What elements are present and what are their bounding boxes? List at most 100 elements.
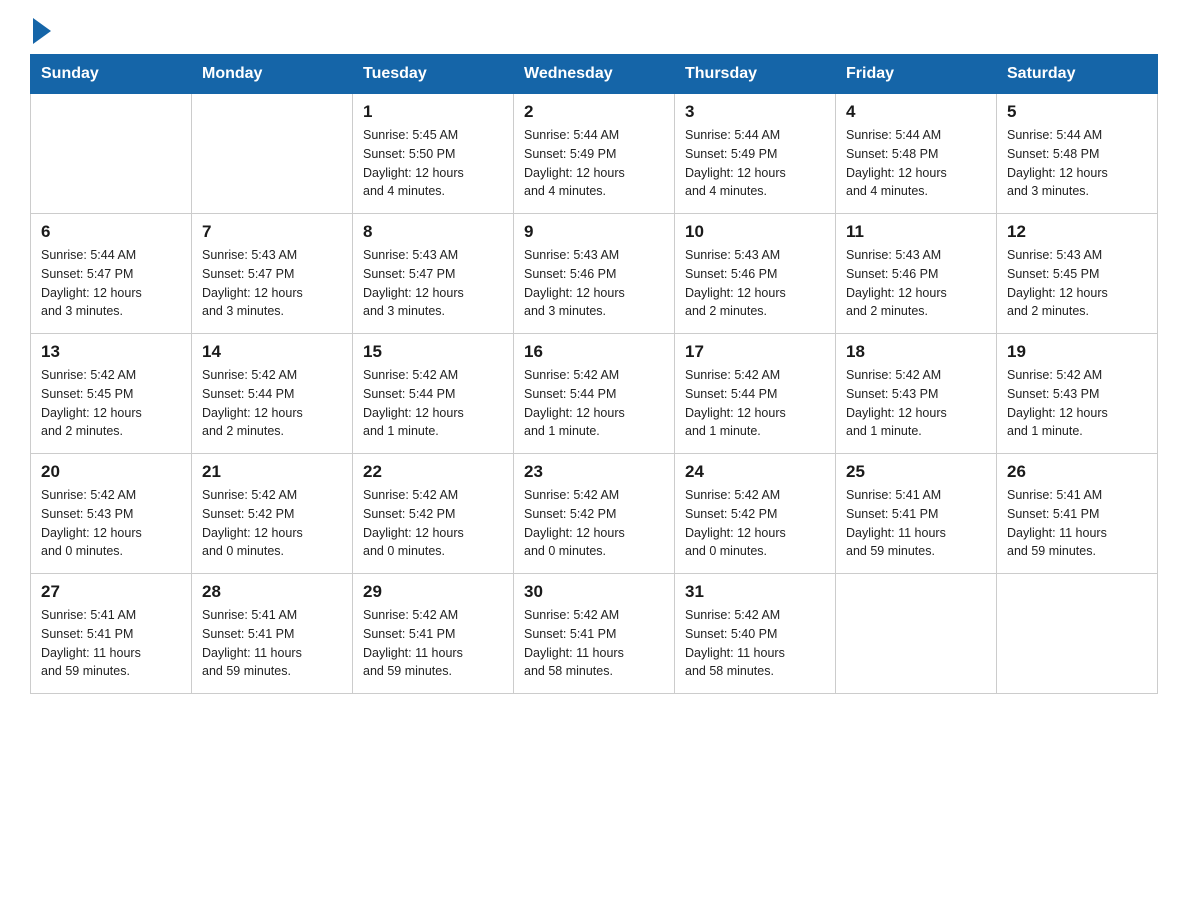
day-info: Sunrise: 5:42 AMSunset: 5:44 PMDaylight:… (202, 366, 342, 441)
calendar-cell: 19 Sunrise: 5:42 AMSunset: 5:43 PMDayligh… (997, 334, 1158, 454)
day-info: Sunrise: 5:42 AMSunset: 5:42 PMDaylight:… (524, 486, 664, 561)
calendar-cell: 17 Sunrise: 5:42 AMSunset: 5:44 PMDayligh… (675, 334, 836, 454)
day-number: 26 (1007, 462, 1147, 482)
day-number: 9 (524, 222, 664, 242)
logo (30, 20, 51, 44)
calendar-week-row-5: 27 Sunrise: 5:41 AMSunset: 5:41 PMDayligh… (31, 574, 1158, 694)
day-info: Sunrise: 5:43 AMSunset: 5:45 PMDaylight:… (1007, 246, 1147, 321)
day-number: 29 (363, 582, 503, 602)
day-info: Sunrise: 5:44 AMSunset: 5:47 PMDaylight:… (41, 246, 181, 321)
calendar-cell: 7Sunrise: 5:43 AMSunset: 5:47 PMDaylight… (192, 214, 353, 334)
day-info: Sunrise: 5:41 AMSunset: 5:41 PMDaylight:… (202, 606, 342, 681)
day-info: Sunrise: 5:41 AMSunset: 5:41 PMDaylight:… (41, 606, 181, 681)
calendar-cell: 13 Sunrise: 5:42 AMSunset: 5:45 PMDayligh… (31, 334, 192, 454)
day-info: Sunrise: 5:42 AMSunset: 5:41 PMDaylight:… (363, 606, 503, 681)
calendar-cell: 11 Sunrise: 5:43 AMSunset: 5:46 PMDayligh… (836, 214, 997, 334)
day-info: Sunrise: 5:44 AMSunset: 5:48 PMDaylight:… (1007, 126, 1147, 201)
day-info: Sunrise: 5:43 AMSunset: 5:46 PMDaylight:… (524, 246, 664, 321)
calendar-cell: 15Sunrise: 5:42 AMSunset: 5:44 PMDayligh… (353, 334, 514, 454)
day-number: 22 (363, 462, 503, 482)
calendar-cell: 9 Sunrise: 5:43 AMSunset: 5:46 PMDaylight… (514, 214, 675, 334)
calendar-cell: 2 Sunrise: 5:44 AMSunset: 5:49 PMDaylight… (514, 94, 675, 214)
day-number: 5 (1007, 102, 1147, 122)
day-number: 25 (846, 462, 986, 482)
weekday-header-saturday: Saturday (997, 55, 1158, 94)
calendar-week-row-2: 6 Sunrise: 5:44 AMSunset: 5:47 PMDaylight… (31, 214, 1158, 334)
calendar-cell: 12 Sunrise: 5:43 AMSunset: 5:45 PMDayligh… (997, 214, 1158, 334)
day-info: Sunrise: 5:42 AMSunset: 5:41 PMDaylight:… (524, 606, 664, 681)
day-number: 6 (41, 222, 181, 242)
calendar-week-row-3: 13 Sunrise: 5:42 AMSunset: 5:45 PMDayligh… (31, 334, 1158, 454)
calendar-cell: 6 Sunrise: 5:44 AMSunset: 5:47 PMDaylight… (31, 214, 192, 334)
calendar-table: SundayMondayTuesdayWednesdayThursdayFrid… (30, 54, 1158, 694)
weekday-header-friday: Friday (836, 55, 997, 94)
day-info: Sunrise: 5:42 AMSunset: 5:42 PMDaylight:… (363, 486, 503, 561)
day-info: Sunrise: 5:43 AMSunset: 5:47 PMDaylight:… (363, 246, 503, 321)
weekday-header-row: SundayMondayTuesdayWednesdayThursdayFrid… (31, 55, 1158, 94)
calendar-cell: 25 Sunrise: 5:41 AMSunset: 5:41 PMDayligh… (836, 454, 997, 574)
day-number: 18 (846, 342, 986, 362)
day-number: 20 (41, 462, 181, 482)
day-number: 31 (685, 582, 825, 602)
calendar-cell: 27 Sunrise: 5:41 AMSunset: 5:41 PMDayligh… (31, 574, 192, 694)
calendar-cell: 3 Sunrise: 5:44 AMSunset: 5:49 PMDaylight… (675, 94, 836, 214)
calendar-cell (192, 94, 353, 214)
calendar-cell: 16 Sunrise: 5:42 AMSunset: 5:44 PMDayligh… (514, 334, 675, 454)
day-number: 14 (202, 342, 342, 362)
calendar-cell: 5 Sunrise: 5:44 AMSunset: 5:48 PMDaylight… (997, 94, 1158, 214)
day-info: Sunrise: 5:44 AMSunset: 5:48 PMDaylight:… (846, 126, 986, 201)
weekday-header-sunday: Sunday (31, 55, 192, 94)
day-info: Sunrise: 5:42 AMSunset: 5:42 PMDaylight:… (202, 486, 342, 561)
day-info: Sunrise: 5:42 AMSunset: 5:44 PMDaylight:… (685, 366, 825, 441)
day-info: Sunrise: 5:42 AMSunset: 5:43 PMDaylight:… (41, 486, 181, 561)
calendar-cell: 30Sunrise: 5:42 AMSunset: 5:41 PMDayligh… (514, 574, 675, 694)
calendar-cell: 22 Sunrise: 5:42 AMSunset: 5:42 PMDayligh… (353, 454, 514, 574)
day-info: Sunrise: 5:44 AMSunset: 5:49 PMDaylight:… (524, 126, 664, 201)
day-number: 19 (1007, 342, 1147, 362)
day-number: 11 (846, 222, 986, 242)
day-info: Sunrise: 5:44 AMSunset: 5:49 PMDaylight:… (685, 126, 825, 201)
day-number: 4 (846, 102, 986, 122)
calendar-cell (836, 574, 997, 694)
calendar-cell: 31Sunrise: 5:42 AMSunset: 5:40 PMDayligh… (675, 574, 836, 694)
calendar-cell: 26 Sunrise: 5:41 AMSunset: 5:41 PMDayligh… (997, 454, 1158, 574)
day-info: Sunrise: 5:42 AMSunset: 5:43 PMDaylight:… (846, 366, 986, 441)
day-info: Sunrise: 5:43 AMSunset: 5:46 PMDaylight:… (685, 246, 825, 321)
day-info: Sunrise: 5:45 AMSunset: 5:50 PMDaylight:… (363, 126, 503, 201)
day-info: Sunrise: 5:41 AMSunset: 5:41 PMDaylight:… (1007, 486, 1147, 561)
calendar-cell: 24 Sunrise: 5:42 AMSunset: 5:42 PMDayligh… (675, 454, 836, 574)
day-number: 27 (41, 582, 181, 602)
day-number: 13 (41, 342, 181, 362)
day-number: 17 (685, 342, 825, 362)
day-number: 8 (363, 222, 503, 242)
day-number: 21 (202, 462, 342, 482)
day-info: Sunrise: 5:41 AMSunset: 5:41 PMDaylight:… (846, 486, 986, 561)
day-info: Sunrise: 5:42 AMSunset: 5:45 PMDaylight:… (41, 366, 181, 441)
day-info: Sunrise: 5:42 AMSunset: 5:42 PMDaylight:… (685, 486, 825, 561)
calendar-cell: 23Sunrise: 5:42 AMSunset: 5:42 PMDayligh… (514, 454, 675, 574)
day-number: 3 (685, 102, 825, 122)
weekday-header-wednesday: Wednesday (514, 55, 675, 94)
calendar-cell: 20 Sunrise: 5:42 AMSunset: 5:43 PMDayligh… (31, 454, 192, 574)
calendar-week-row-1: 1 Sunrise: 5:45 AMSunset: 5:50 PMDaylight… (31, 94, 1158, 214)
day-info: Sunrise: 5:42 AMSunset: 5:44 PMDaylight:… (524, 366, 664, 441)
calendar-cell: 18 Sunrise: 5:42 AMSunset: 5:43 PMDayligh… (836, 334, 997, 454)
calendar-cell: 4 Sunrise: 5:44 AMSunset: 5:48 PMDaylight… (836, 94, 997, 214)
day-number: 2 (524, 102, 664, 122)
calendar-cell: 29 Sunrise: 5:42 AMSunset: 5:41 PMDayligh… (353, 574, 514, 694)
calendar-cell: 10Sunrise: 5:43 AMSunset: 5:46 PMDayligh… (675, 214, 836, 334)
day-info: Sunrise: 5:42 AMSunset: 5:44 PMDaylight:… (363, 366, 503, 441)
day-number: 1 (363, 102, 503, 122)
weekday-header-thursday: Thursday (675, 55, 836, 94)
calendar-cell (997, 574, 1158, 694)
day-info: Sunrise: 5:42 AMSunset: 5:43 PMDaylight:… (1007, 366, 1147, 441)
day-number: 16 (524, 342, 664, 362)
calendar-week-row-4: 20 Sunrise: 5:42 AMSunset: 5:43 PMDayligh… (31, 454, 1158, 574)
day-number: 28 (202, 582, 342, 602)
calendar-cell: 28 Sunrise: 5:41 AMSunset: 5:41 PMDayligh… (192, 574, 353, 694)
day-number: 12 (1007, 222, 1147, 242)
day-number: 24 (685, 462, 825, 482)
day-info: Sunrise: 5:43 AMSunset: 5:46 PMDaylight:… (846, 246, 986, 321)
weekday-header-tuesday: Tuesday (353, 55, 514, 94)
calendar-cell: 21 Sunrise: 5:42 AMSunset: 5:42 PMDayligh… (192, 454, 353, 574)
